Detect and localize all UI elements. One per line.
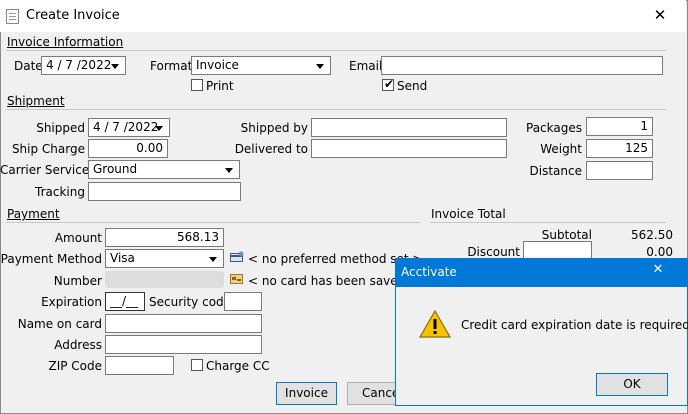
distance-field[interactable] bbox=[586, 161, 653, 180]
zip-code-label: ZIP Code bbox=[48, 359, 102, 373]
subtotal-label: Subtotal bbox=[541, 228, 592, 242]
section-shipment: Shipment bbox=[7, 94, 65, 108]
delivered-to-label: Delivered to bbox=[234, 142, 308, 156]
weight-label: Weight bbox=[540, 142, 582, 156]
distance-label: Distance bbox=[529, 164, 582, 178]
ship-charge-field[interactable]: 0.00 bbox=[88, 139, 168, 158]
shipped-by-label: Shipped by bbox=[240, 121, 308, 135]
expiration-field[interactable]: __/__ bbox=[105, 292, 145, 311]
subtotal-value: 562.50 bbox=[631, 228, 673, 242]
weight-field[interactable]: 125 bbox=[586, 139, 653, 158]
date-label: Date bbox=[14, 59, 43, 73]
section-payment: Payment bbox=[7, 207, 60, 221]
document-icon bbox=[6, 9, 19, 24]
discount-label: Discount bbox=[467, 245, 520, 259]
amount-label: Amount bbox=[54, 231, 102, 245]
tracking-field[interactable] bbox=[88, 182, 241, 201]
divider bbox=[6, 50, 666, 51]
email-label: Email bbox=[349, 59, 383, 73]
divider bbox=[6, 222, 421, 223]
ok-button[interactable]: OK bbox=[596, 373, 668, 396]
delivered-to-field[interactable] bbox=[311, 139, 507, 158]
card-number-redacted bbox=[105, 271, 224, 288]
zip-code-field[interactable] bbox=[105, 356, 174, 375]
email-field[interactable] bbox=[381, 56, 663, 75]
check-icon: ✔ bbox=[384, 77, 395, 91]
invoice-button[interactable]: Invoice bbox=[276, 382, 337, 405]
charge-cc-label: Charge CC bbox=[206, 359, 270, 373]
card-settings-icon[interactable] bbox=[230, 251, 244, 263]
payment-method-label: Payment Method bbox=[0, 252, 102, 266]
send-label: Send bbox=[397, 79, 428, 93]
divider bbox=[6, 109, 666, 110]
warning-icon bbox=[418, 309, 452, 339]
address-field[interactable] bbox=[105, 335, 262, 354]
send-checkbox[interactable]: ✔ bbox=[382, 77, 395, 91]
shipped-date-picker[interactable]: 4 / 7 /2022 bbox=[88, 118, 170, 137]
divider bbox=[430, 222, 666, 223]
security-code-field[interactable] bbox=[224, 292, 262, 311]
saved-card-note[interactable]: < no card has been saved > bbox=[248, 274, 419, 288]
security-code-label: Security code bbox=[149, 295, 232, 309]
discount-value: 0.00 bbox=[646, 245, 673, 259]
ship-charge-label: Ship Charge bbox=[11, 142, 85, 156]
packages-field[interactable]: 1 bbox=[586, 117, 653, 136]
saved-card-icon[interactable] bbox=[230, 273, 244, 285]
section-invoice-information: Invoice Information bbox=[7, 35, 124, 49]
dialog-close-icon[interactable]: ✕ bbox=[649, 262, 667, 277]
print-label: Print bbox=[206, 79, 234, 93]
payment-method-select[interactable]: Visa bbox=[105, 249, 224, 268]
carrier-service-select[interactable]: Ground bbox=[88, 160, 240, 179]
window-title: Create Invoice bbox=[26, 8, 120, 23]
address-label: Address bbox=[54, 338, 102, 352]
section-invoice-total: Invoice Total bbox=[431, 207, 506, 221]
dialog-message: Credit card expiration date is required. bbox=[461, 318, 688, 332]
shipped-label: Shipped bbox=[36, 121, 85, 135]
expiration-label: Expiration bbox=[41, 295, 102, 309]
dialog-title: Acctivate bbox=[401, 265, 457, 279]
charge-cc-checkbox[interactable] bbox=[191, 359, 203, 371]
name-on-card-label: Name on card bbox=[17, 317, 102, 331]
shipped-by-field[interactable] bbox=[311, 118, 507, 137]
format-select[interactable]: Invoice bbox=[191, 56, 331, 75]
amount-field[interactable]: 568.13 bbox=[105, 228, 224, 247]
name-on-card-field[interactable] bbox=[105, 314, 262, 333]
packages-label: Packages bbox=[526, 121, 582, 135]
format-label: Format bbox=[150, 59, 193, 73]
print-checkbox[interactable] bbox=[191, 79, 203, 91]
date-picker[interactable]: 4 / 7 /2022 bbox=[41, 56, 126, 75]
close-icon[interactable]: ✕ bbox=[650, 6, 670, 24]
card-number-label: Number bbox=[53, 274, 102, 288]
carrier-service-label: Carrier Service bbox=[0, 163, 90, 177]
tracking-label: Tracking bbox=[35, 185, 85, 199]
